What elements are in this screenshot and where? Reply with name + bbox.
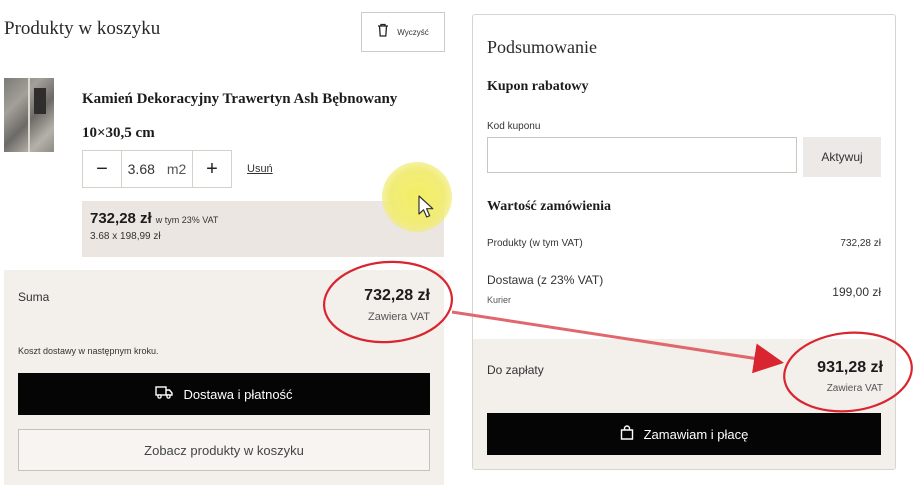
quantity-field[interactable]: 3.68 m2 [121, 151, 193, 187]
amount-due-vat-note: Zawiera VAT [826, 383, 883, 394]
product-image[interactable] [4, 78, 54, 152]
coupon-section-title: Kupon rabatowy [487, 79, 589, 94]
clear-cart-label: Wyczyść [397, 27, 429, 37]
increase-quantity-button[interactable]: + [193, 151, 231, 187]
decrease-quantity-button[interactable]: − [83, 151, 121, 187]
delivery-and-payment-label: Dostawa i płatność [183, 386, 293, 402]
amount-due-label: Do zapłaty [487, 363, 544, 377]
delivery-and-payment-button[interactable]: Dostawa i płatność [18, 373, 430, 415]
place-order-label: Zamawiam i płacę [643, 426, 749, 442]
product-price-calculation: 3.68 x 198,99 zł [90, 231, 161, 242]
quantity-unit: m2 [166, 161, 187, 177]
cart-sum-panel: Suma 732,28 zł Zawiera VAT Koszt dostawy… [4, 270, 444, 485]
place-order-button[interactable]: Zamawiam i płacę [487, 413, 881, 455]
shipping-method: Kurier [487, 295, 512, 305]
order-summary-card: Podsumowanie Kupon rabatowy Kod kuponu A… [472, 14, 896, 470]
quantity-value: 3.68 [127, 161, 155, 177]
remove-product-link[interactable]: Usuń [247, 163, 273, 175]
summary-title: Podsumowanie [487, 37, 597, 57]
shopping-bag-icon [620, 425, 634, 443]
product-vat-note: w tym 23% VAT [155, 215, 219, 225]
amount-due-value: 931,28 zł [817, 359, 883, 376]
amount-due-panel: Do zapłaty 931,28 zł Zawiera VAT Zamawia… [473, 339, 895, 469]
sum-vat-note: Zawiera VAT [368, 311, 430, 323]
sum-label: Suma [18, 290, 50, 304]
cart-title: Produkty w koszyku [4, 18, 161, 39]
sum-amount: 732,28 zł [364, 287, 430, 304]
product-price: 732,28 zł [90, 210, 152, 227]
cursor-highlight [382, 162, 452, 232]
cursor-icon [418, 195, 436, 224]
truck-icon [155, 386, 174, 402]
quantity-stepper: − 3.68 m2 + [82, 150, 232, 188]
shipping-label: Dostawa (z 23% VAT) [487, 273, 604, 287]
product-name[interactable]: Kamień Dekoracyjny Trawertyn Ash Bębnowa… [82, 82, 442, 150]
apply-coupon-button[interactable]: Aktywuj [803, 137, 881, 177]
order-value-title: Wartość zamówienia [487, 199, 612, 214]
shipping-value: 199,00 zł [832, 285, 881, 299]
view-cart-products-button[interactable]: Zobacz produkty w koszyku [18, 429, 430, 471]
delivery-cost-note: Koszt dostawy w następnym kroku. [18, 346, 159, 356]
products-total-value: 732,28 zł [840, 238, 881, 249]
coupon-field-label: Kod kuponu [487, 121, 541, 132]
coupon-code-input[interactable] [487, 137, 797, 173]
trash-icon [377, 23, 389, 42]
products-total-label: Produkty (w tym VAT) [487, 238, 583, 249]
clear-cart-button[interactable]: Wyczyść [361, 12, 445, 52]
